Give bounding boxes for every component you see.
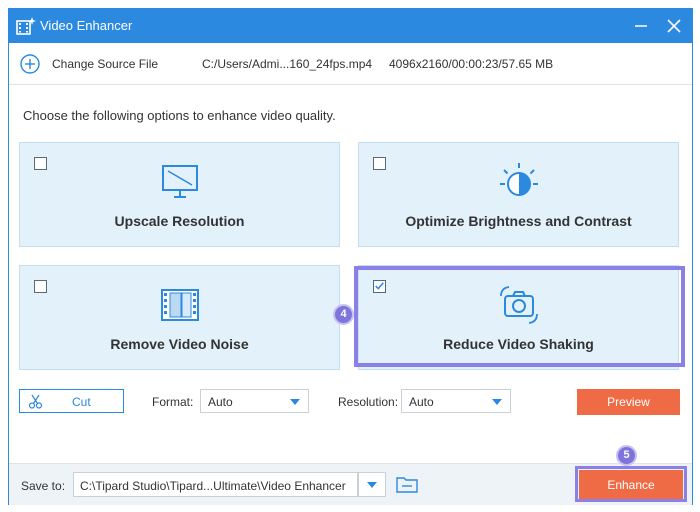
instruction-text: Choose the following options to enhance … (23, 108, 336, 123)
resolution-value: Auto (409, 395, 434, 409)
upscale-resolution-checkbox[interactable] (34, 157, 47, 170)
camera-stabilize-icon (499, 286, 538, 324)
format-dropdown[interactable]: Auto (200, 389, 309, 413)
scissors-icon (28, 394, 43, 409)
optimize-brightness-checkbox[interactable] (373, 157, 386, 170)
enhance-button[interactable]: Enhance (579, 470, 683, 500)
optimize-brightness-label: Optimize Brightness and Contrast (405, 213, 632, 229)
folder-icon[interactable] (396, 475, 418, 493)
window-title: Video Enhancer (40, 18, 133, 33)
source-file-bar: Change Source File C:/Users/Admi...160_2… (9, 43, 692, 85)
resolution-label: Resolution: (338, 395, 399, 409)
save-path-field[interactable]: C:\Tipard Studio\Tipard...Ultimate\Video… (73, 472, 358, 497)
upscale-resolution-label: Upscale Resolution (114, 213, 245, 229)
format-label: Format: (152, 395, 194, 409)
source-file-info: 4096x2160/00:00:23/57.65 MB (389, 57, 554, 71)
resolution-dropdown[interactable]: Auto (401, 389, 511, 413)
reduce-shaking-label: Reduce Video Shaking (443, 336, 594, 352)
video-enhancer-window: Video Enhancer Change Source File C:/Use… (8, 8, 693, 505)
cut-button[interactable]: Cut (19, 389, 124, 413)
chevron-down-icon (367, 482, 377, 488)
remove-noise-checkbox[interactable] (34, 280, 47, 293)
minimize-icon[interactable] (631, 16, 651, 36)
chevron-down-icon (492, 399, 502, 405)
source-file-path: C:/Users/Admi...160_24fps.mp4 (202, 57, 373, 71)
film-sparkle-icon (16, 17, 36, 35)
controls-row: Cut Format: Auto Resolution: Auto Previe… (9, 389, 692, 415)
title-bar: Video Enhancer (9, 9, 692, 43)
monitor-upscale-icon (161, 165, 198, 198)
step-4-badge: 4 (333, 304, 354, 325)
save-to-label: Save to: (21, 479, 66, 493)
option-reduce-shaking[interactable]: Reduce Video Shaking (358, 265, 679, 370)
bottom-bar: Save to: C:\Tipard Studio\Tipard...Ultim… (9, 463, 692, 505)
save-path-value: C:\Tipard Studio\Tipard...Ultimate\Video… (80, 479, 346, 493)
plus-circle-icon[interactable] (20, 54, 40, 74)
format-value: Auto (208, 395, 233, 409)
check-icon (375, 282, 384, 290)
remove-noise-label: Remove Video Noise (110, 336, 249, 352)
option-upscale-resolution[interactable]: Upscale Resolution (19, 142, 340, 247)
film-noise-icon (160, 289, 199, 321)
option-optimize-brightness[interactable]: Optimize Brightness and Contrast (358, 142, 679, 247)
change-source-file-link[interactable]: Change Source File (52, 57, 158, 71)
step-5-badge: 5 (616, 445, 637, 466)
brightness-icon (499, 163, 538, 196)
reduce-shaking-checkbox[interactable] (373, 280, 386, 293)
preview-button[interactable]: Preview (577, 389, 680, 415)
chevron-down-icon (290, 399, 300, 405)
close-icon[interactable] (664, 16, 684, 36)
option-remove-noise[interactable]: Remove Video Noise (19, 265, 340, 370)
cut-label: Cut (72, 395, 91, 409)
save-path-dropdown[interactable] (358, 472, 386, 497)
